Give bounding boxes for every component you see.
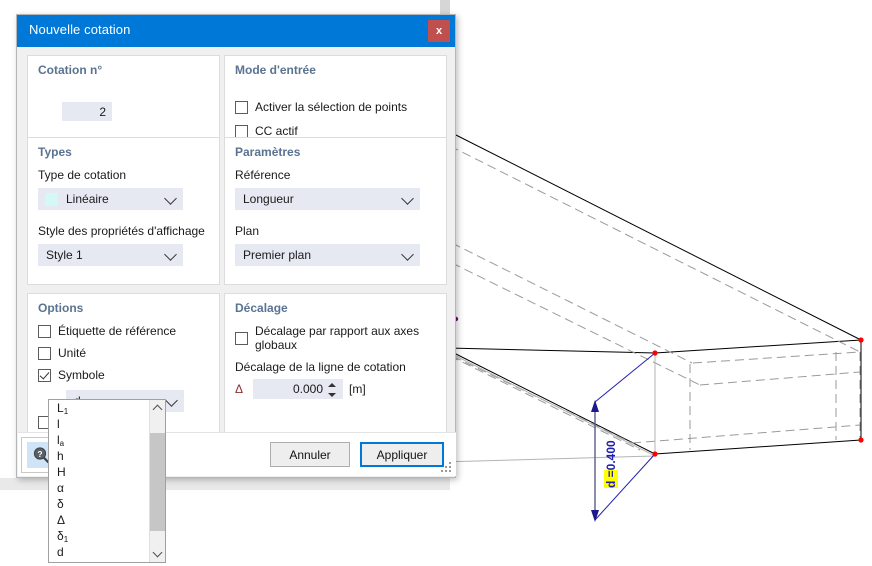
- spinner-buttons[interactable]: [328, 383, 337, 397]
- svg-text:?: ?: [37, 449, 42, 459]
- chevron-down-icon[interactable]: [164, 248, 177, 261]
- checkbox-box[interactable]: [235, 100, 248, 114]
- resize-grip[interactable]: [441, 462, 452, 473]
- label-type-de-cotation: Type de cotation: [38, 168, 127, 182]
- dropdown-item[interactable]: h: [49, 448, 165, 464]
- app-root: d =0.400 Nouvelle cotation x Cotation n°…: [0, 0, 872, 566]
- checkbox-label: CC actif: [255, 124, 298, 138]
- scroll-up-icon[interactable]: [150, 400, 165, 416]
- group-title-options: Options: [38, 301, 84, 315]
- checkbox-box[interactable]: [38, 324, 51, 338]
- dropdown-item[interactable]: δ: [49, 496, 165, 512]
- combo-value: Linéaire: [66, 192, 109, 206]
- label-style-proprietes-affichage: Style des propriétés d'affichage: [38, 224, 205, 238]
- chevron-down-icon[interactable]: [165, 394, 178, 407]
- spinner-down-icon[interactable]: [328, 393, 336, 397]
- label-plan: Plan: [235, 224, 260, 238]
- group-title-decalage: Décalage: [235, 301, 288, 315]
- chevron-down-icon[interactable]: [164, 192, 177, 205]
- cotation-number-value: 2: [99, 104, 106, 119]
- decalage-value: 0.000: [292, 382, 323, 396]
- node-points: [652, 337, 864, 457]
- apply-button[interactable]: Appliquer: [360, 442, 444, 467]
- spinner-up-icon[interactable]: [328, 383, 336, 387]
- group-title-parametres: Paramètres: [235, 145, 301, 159]
- type-color-swatch: [45, 192, 58, 206]
- group-cotation-numero: Cotation n° 2: [27, 55, 220, 143]
- cotation-number-field[interactable]: 2: [62, 102, 112, 121]
- checkbox-label: Étiquette de référence: [58, 324, 177, 338]
- dropdown-item[interactable]: α: [49, 480, 165, 496]
- group-title-mode-entree: Mode d'entrée: [235, 63, 316, 77]
- dropdown-item[interactable]: d: [49, 544, 165, 560]
- group-decalage: Décalage Décalage par rapport aux axes g…: [224, 293, 447, 433]
- group-parametres: Paramètres Référence Longueur Plan Premi…: [224, 137, 447, 285]
- dialog-title: Nouvelle cotation: [29, 22, 131, 37]
- combo-type-de-cotation[interactable]: Linéaire: [38, 188, 183, 210]
- label-reference: Référence: [235, 168, 291, 182]
- decalage-value-field[interactable]: 0.000: [253, 379, 343, 399]
- checkbox-decalage-axes-globaux[interactable]: Décalage par rapport aux axes globaux: [235, 324, 446, 352]
- dimension-label: d =0.400: [604, 440, 618, 488]
- chevron-down-icon[interactable]: [401, 192, 414, 205]
- checkbox-box[interactable]: [38, 368, 51, 382]
- dialog-titlebar[interactable]: Nouvelle cotation x: [17, 15, 455, 47]
- dropdown-item[interactable]: L1: [49, 400, 165, 416]
- checkbox-label: Symbole: [58, 368, 105, 382]
- combo-value: Premier plan: [243, 248, 312, 262]
- delta-symbol: Δ: [235, 382, 244, 396]
- checkbox-box[interactable]: [38, 346, 51, 360]
- combo-value: Style 1: [46, 248, 83, 262]
- combo-plan[interactable]: Premier plan: [235, 244, 420, 266]
- dimension-value: 0.400: [604, 440, 618, 471]
- checkbox-cc-actif[interactable]: CC actif: [235, 124, 298, 138]
- dropdown-scrollbar[interactable]: [149, 400, 165, 562]
- combo-reference[interactable]: Longueur: [235, 188, 420, 210]
- decalage-unit: [m]: [349, 382, 366, 396]
- group-types: Types Type de cotation Linéaire Style de…: [27, 137, 220, 285]
- group-mode-entree: Mode d'entrée Activer la sélection de po…: [224, 55, 447, 143]
- checkbox-unite[interactable]: Unité: [38, 346, 86, 360]
- group-title-cotation-numero: Cotation n°: [38, 63, 103, 77]
- dropdown-item[interactable]: δ1: [49, 528, 165, 544]
- combo-style-affichage[interactable]: Style 1: [38, 244, 183, 266]
- chevron-down-icon[interactable]: [401, 248, 414, 261]
- close-icon[interactable]: x: [428, 20, 450, 42]
- checkbox-box[interactable]: [235, 331, 248, 345]
- checkbox-label: Décalage par rapport aux axes globaux: [255, 324, 420, 352]
- checkbox-label: Unité: [58, 346, 87, 360]
- dropdown-item[interactable]: l: [49, 416, 165, 432]
- checkbox-label: Activer la sélection de points: [255, 100, 408, 114]
- dropdown-items: L1 l la h Hα δ Δδ1 d: [49, 400, 165, 560]
- label-decalage-ligne-cotation: Décalage de la ligne de cotation: [235, 360, 406, 374]
- cancel-button[interactable]: Annuler: [270, 442, 350, 467]
- scrollbar-thumb[interactable]: [150, 433, 165, 531]
- checkbox-activer-selection-points[interactable]: Activer la sélection de points: [235, 100, 407, 114]
- group-title-types: Types: [38, 145, 72, 159]
- dropdown-item[interactable]: la: [49, 432, 165, 448]
- scroll-down-icon[interactable]: [150, 546, 165, 562]
- combo-value: Longueur: [243, 192, 294, 206]
- dimension-symbol: d =: [604, 470, 618, 488]
- dropdown-item[interactable]: H: [49, 464, 165, 480]
- checkbox-symbole[interactable]: Symbole: [38, 368, 105, 382]
- checkbox-etiquette-reference[interactable]: Étiquette de référence: [38, 324, 176, 338]
- symbol-dropdown-list[interactable]: L1 l la h Hα δ Δδ1 d: [48, 399, 166, 563]
- checkbox-box[interactable]: [235, 124, 248, 138]
- dropdown-item[interactable]: Δ: [49, 512, 165, 528]
